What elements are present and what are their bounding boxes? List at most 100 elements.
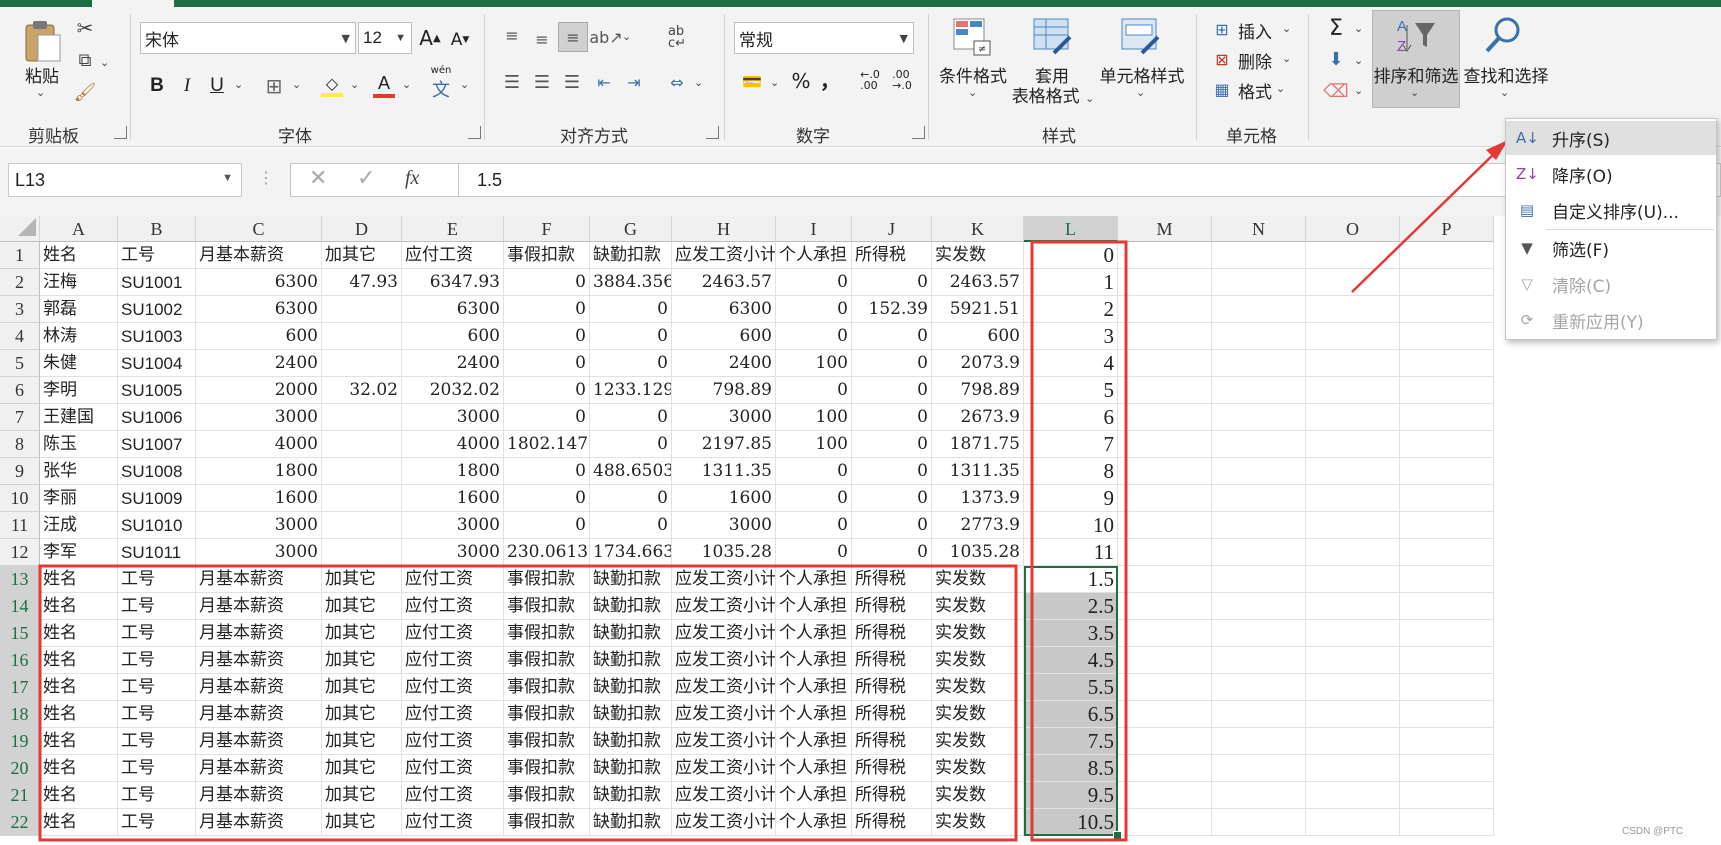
row-header[interactable]: 12 xyxy=(0,539,40,566)
cell-h6[interactable]: 798.89 xyxy=(672,377,776,404)
cell-h14[interactable]: 应发工资小计 xyxy=(672,593,776,620)
cell-h16[interactable]: 应发工资小计 xyxy=(672,647,776,674)
cell-c17[interactable]: 月基本薪资 xyxy=(196,674,322,701)
cell-b20[interactable]: 工号 xyxy=(118,755,196,782)
cell-f20[interactable]: 事假扣款 xyxy=(504,755,590,782)
cell-b22[interactable]: 工号 xyxy=(118,809,196,836)
delete-cells-icon[interactable]: ⊠ xyxy=(1210,48,1234,70)
cell-o4[interactable] xyxy=(1306,323,1400,350)
cell-d3[interactable] xyxy=(322,296,402,323)
cell-m13[interactable] xyxy=(1118,566,1212,593)
wrap-text-icon[interactable]: ab c↵ xyxy=(664,24,690,52)
cell-b5[interactable]: SU1004 xyxy=(118,350,196,377)
cell-n5[interactable] xyxy=(1212,350,1306,377)
cell-l3[interactable]: 2 xyxy=(1024,296,1118,323)
cell-n6[interactable] xyxy=(1212,377,1306,404)
cell-d12[interactable] xyxy=(322,539,402,566)
row-header[interactable]: 4 xyxy=(0,323,40,350)
cell-b7[interactable]: SU1006 xyxy=(118,404,196,431)
autosum-dropdown-icon[interactable]: ⌄ xyxy=(1354,22,1363,35)
cell-i8[interactable]: 100 xyxy=(776,431,852,458)
cell-k9[interactable]: 1311.35 xyxy=(932,458,1024,485)
cell-m2[interactable] xyxy=(1118,269,1212,296)
clear-dropdown-icon[interactable]: ⌄ xyxy=(1354,84,1363,97)
cell-c12[interactable]: 3000 xyxy=(196,539,322,566)
cell-n11[interactable] xyxy=(1212,512,1306,539)
cell-o12[interactable] xyxy=(1306,539,1400,566)
cell-o19[interactable] xyxy=(1306,728,1400,755)
cell-c7[interactable]: 3000 xyxy=(196,404,322,431)
menu-item-custom-sort[interactable]: ▤ 自定义排序(U)... xyxy=(1506,193,1716,227)
cell-j21[interactable]: 所得税 xyxy=(852,782,932,809)
cell-h8[interactable]: 2197.85 xyxy=(672,431,776,458)
cell-k10[interactable]: 1373.9 xyxy=(932,485,1024,512)
column-header-h[interactable]: H xyxy=(672,216,776,242)
cell-m21[interactable] xyxy=(1118,782,1212,809)
cell-l1[interactable]: 0 xyxy=(1024,242,1118,269)
cell-j6[interactable]: 0 xyxy=(852,377,932,404)
increase-decimal-icon[interactable]: ←.0.00 xyxy=(856,66,884,94)
cell-o3[interactable] xyxy=(1306,296,1400,323)
column-header-l[interactable]: L xyxy=(1024,216,1118,242)
insert-label[interactable]: 插入 xyxy=(1238,18,1272,43)
cell-j7[interactable]: 0 xyxy=(852,404,932,431)
cell-g20[interactable]: 缺勤扣款 xyxy=(590,755,672,782)
column-header-k[interactable]: K xyxy=(932,216,1024,242)
cell-p15[interactable] xyxy=(1400,620,1494,647)
cell-e11[interactable]: 3000 xyxy=(402,512,504,539)
cell-o9[interactable] xyxy=(1306,458,1400,485)
cell-i3[interactable]: 0 xyxy=(776,296,852,323)
cell-b10[interactable]: SU1009 xyxy=(118,485,196,512)
insert-dropdown-icon[interactable]: ⌄ xyxy=(1282,22,1291,35)
cell-o20[interactable] xyxy=(1306,755,1400,782)
cell-m19[interactable] xyxy=(1118,728,1212,755)
comma-style-button[interactable]: ， xyxy=(820,66,840,93)
name-box[interactable]: L13 ▼ xyxy=(8,163,242,197)
cell-o10[interactable] xyxy=(1306,485,1400,512)
cell-e15[interactable]: 应付工资 xyxy=(402,620,504,647)
cell-h20[interactable]: 应发工资小计 xyxy=(672,755,776,782)
cell-i15[interactable]: 个人承担 xyxy=(776,620,852,647)
row-header[interactable]: 10 xyxy=(0,485,40,512)
number-format-select[interactable]: 常规 ▼ xyxy=(734,22,914,54)
cell-f4[interactable]: 0 xyxy=(504,323,590,350)
cell-n2[interactable] xyxy=(1212,269,1306,296)
cell-m17[interactable] xyxy=(1118,674,1212,701)
cell-j18[interactable]: 所得税 xyxy=(852,701,932,728)
cell-f17[interactable]: 事假扣款 xyxy=(504,674,590,701)
cell-n4[interactable] xyxy=(1212,323,1306,350)
cell-p18[interactable] xyxy=(1400,701,1494,728)
column-header-i[interactable]: I xyxy=(776,216,852,242)
cell-j11[interactable]: 0 xyxy=(852,512,932,539)
cell-i1[interactable]: 个人承担 xyxy=(776,242,852,269)
copy-dropdown-icon[interactable]: ⌄ xyxy=(100,56,109,69)
row-header[interactable]: 15 xyxy=(0,620,40,647)
cell-j8[interactable]: 0 xyxy=(852,431,932,458)
cell-a20[interactable]: 姓名 xyxy=(40,755,118,782)
cell-h11[interactable]: 3000 xyxy=(672,512,776,539)
cell-p22[interactable] xyxy=(1400,809,1494,836)
row-header[interactable]: 18 xyxy=(0,701,40,728)
cell-n15[interactable] xyxy=(1212,620,1306,647)
cell-m20[interactable] xyxy=(1118,755,1212,782)
menu-item-filter[interactable]: ▼ 筛选(F) xyxy=(1506,231,1716,265)
cell-b8[interactable]: SU1007 xyxy=(118,431,196,458)
cell-g2[interactable]: 3884.356 xyxy=(590,269,672,296)
cell-f6[interactable]: 0 xyxy=(504,377,590,404)
find-select-icon[interactable] xyxy=(1480,14,1526,56)
cell-k7[interactable]: 2673.9 xyxy=(932,404,1024,431)
cell-p11[interactable] xyxy=(1400,512,1494,539)
cell-p1[interactable] xyxy=(1400,242,1494,269)
cell-c19[interactable]: 月基本薪资 xyxy=(196,728,322,755)
bold-button[interactable]: B xyxy=(146,72,168,100)
delete-dropdown-icon[interactable]: ⌄ xyxy=(1282,52,1291,65)
cell-l10[interactable]: 9 xyxy=(1024,485,1118,512)
cell-n8[interactable] xyxy=(1212,431,1306,458)
cell-b11[interactable]: SU1010 xyxy=(118,512,196,539)
cell-o22[interactable] xyxy=(1306,809,1400,836)
cell-f5[interactable]: 0 xyxy=(504,350,590,377)
cell-j17[interactable]: 所得税 xyxy=(852,674,932,701)
cell-f7[interactable]: 0 xyxy=(504,404,590,431)
row-header[interactable]: 21 xyxy=(0,782,40,809)
cell-i22[interactable]: 个人承担 xyxy=(776,809,852,836)
